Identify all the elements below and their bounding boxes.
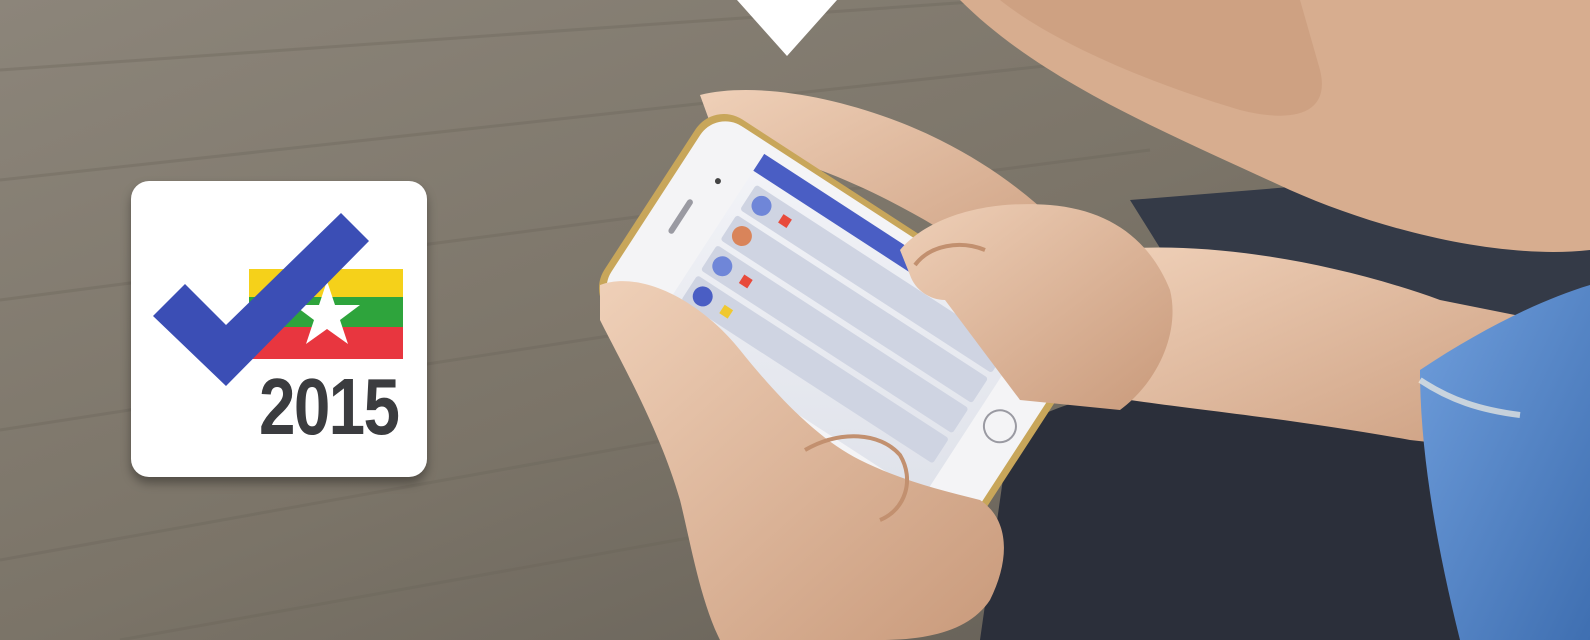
app-logo: 2015 bbox=[131, 181, 427, 477]
logo-year: 2015 bbox=[259, 362, 400, 451]
section-pointer bbox=[737, 0, 837, 56]
